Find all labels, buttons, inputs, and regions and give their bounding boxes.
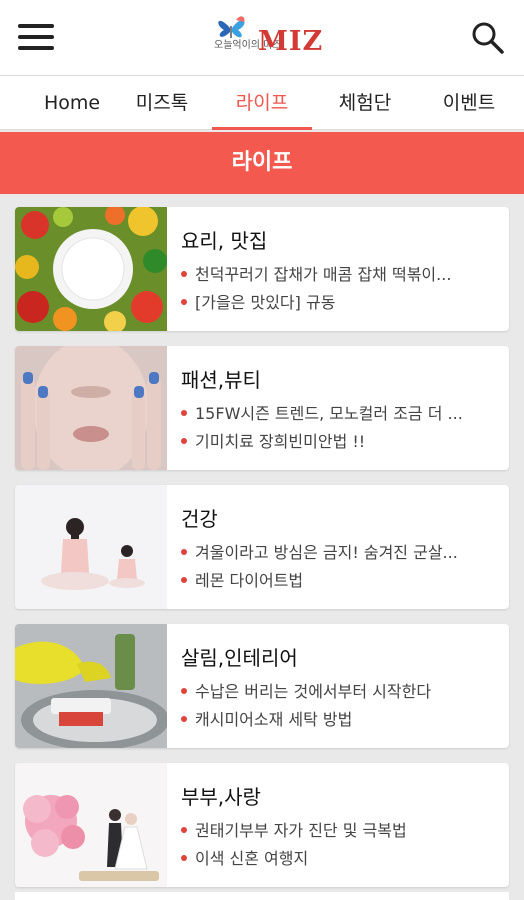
bullet-icon [181, 438, 187, 444]
nav-tabs: Home 미즈톡 라이프 체험단 이벤트 [0, 76, 524, 130]
card-title: 건강 [181, 507, 218, 531]
bullet-icon [181, 827, 187, 833]
article-link[interactable]: 권태기부부 자가 진단 및 극복법 [181, 817, 499, 841]
bullet-icon [181, 577, 187, 583]
miz-logo[interactable]: 오늘억이의 미즈 MIZ [210, 8, 324, 68]
wedding-flowers-image [15, 763, 167, 887]
bullet-icon [181, 271, 187, 277]
next-card-edge [15, 892, 509, 900]
vegetables-plate-image [15, 207, 167, 331]
article-link[interactable]: 15FW시즌 트렌드, 모노컬러 조금 더 ... [181, 400, 499, 424]
tab-event[interactable]: 이벤트 [426, 76, 512, 130]
app-header: 오늘억이의 미즈 MIZ [0, 0, 524, 76]
search-icon[interactable] [470, 20, 506, 56]
tab-mizutalk[interactable]: 미즈톡 [122, 76, 202, 130]
article-link[interactable]: 겨울이라고 방심은 금지! 숨겨진 군살... [181, 539, 499, 563]
sink-gloves-image [15, 624, 167, 748]
category-card-health[interactable]: 건강 겨울이라고 방심은 금지! 숨겨진 군살... 레몬 다이어트법 [15, 485, 509, 609]
article-link[interactable]: 천덕꾸러기 잡채가 매콤 잡채 떡볶이... [181, 261, 499, 285]
article-title: 캐시미어소재 세탁 방법 [195, 710, 353, 729]
category-card-household[interactable]: 살림,인테리어 수납은 버리는 것에서부터 시작한다 캐시미어소재 세탁 방법 [15, 624, 509, 748]
card-title: 요리, 맛집 [181, 229, 268, 253]
bullet-icon [181, 410, 187, 416]
article-title: 천덕꾸러기 잡채가 매콤 잡채 떡볶이... [195, 265, 452, 284]
bullet-icon [181, 299, 187, 305]
card-title: 살림,인테리어 [181, 646, 298, 670]
article-title: 기미치료 장희빈미안법 !! [195, 432, 366, 451]
article-title: 레몬 다이어트법 [195, 571, 304, 590]
bullet-icon [181, 716, 187, 722]
tab-life[interactable]: 라이프 [212, 76, 312, 130]
article-title: 이색 신혼 여행지 [195, 849, 309, 868]
article-link[interactable]: [가을은 맛있다] 규동 [181, 289, 499, 313]
card-title: 패션,뷰티 [181, 368, 261, 392]
tab-home[interactable]: Home [24, 76, 120, 130]
article-title: 겨울이라고 방심은 금지! 숨겨진 군살... [195, 543, 458, 562]
article-link[interactable]: 수납은 버리는 것에서부터 시작한다 [181, 678, 499, 702]
section-banner: 라이프 [0, 132, 524, 194]
category-card-couple[interactable]: 부부,사랑 권태기부부 자가 진단 및 극복법 이색 신혼 여행지 [15, 763, 509, 887]
logo-word: MIZ [258, 26, 324, 57]
article-title: 수납은 버리는 것에서부터 시작한다 [195, 682, 432, 701]
article-link[interactable]: 레몬 다이어트법 [181, 567, 499, 591]
category-card-fashion[interactable]: 패션,뷰티 15FW시즌 트렌드, 모노컬러 조금 더 ... 기미치료 장희빈… [15, 346, 509, 470]
bullet-icon [181, 855, 187, 861]
card-title: 부부,사랑 [181, 785, 261, 809]
article-title: 15FW시즌 트렌드, 모노컬러 조금 더 ... [195, 404, 463, 423]
bullet-icon [181, 549, 187, 555]
article-title: 권태기부부 자가 진단 및 극복법 [195, 821, 407, 840]
article-title: [가을은 맛있다] 규동 [195, 293, 336, 312]
bullet-icon [181, 688, 187, 694]
tab-experience[interactable]: 체험단 [322, 76, 408, 130]
article-link[interactable]: 캐시미어소재 세탁 방법 [181, 706, 499, 730]
category-card-cooking[interactable]: 요리, 맛집 천덕꾸러기 잡채가 매콤 잡채 떡볶이... [가을은 맛있다] … [15, 207, 509, 331]
article-link[interactable]: 기미치료 장희빈미안법 !! [181, 428, 499, 452]
yoga-meditation-image [15, 485, 167, 609]
article-link[interactable]: 이색 신혼 여행지 [181, 845, 499, 869]
face-hands-image [15, 346, 167, 470]
hamburger-menu-icon[interactable] [18, 22, 56, 54]
